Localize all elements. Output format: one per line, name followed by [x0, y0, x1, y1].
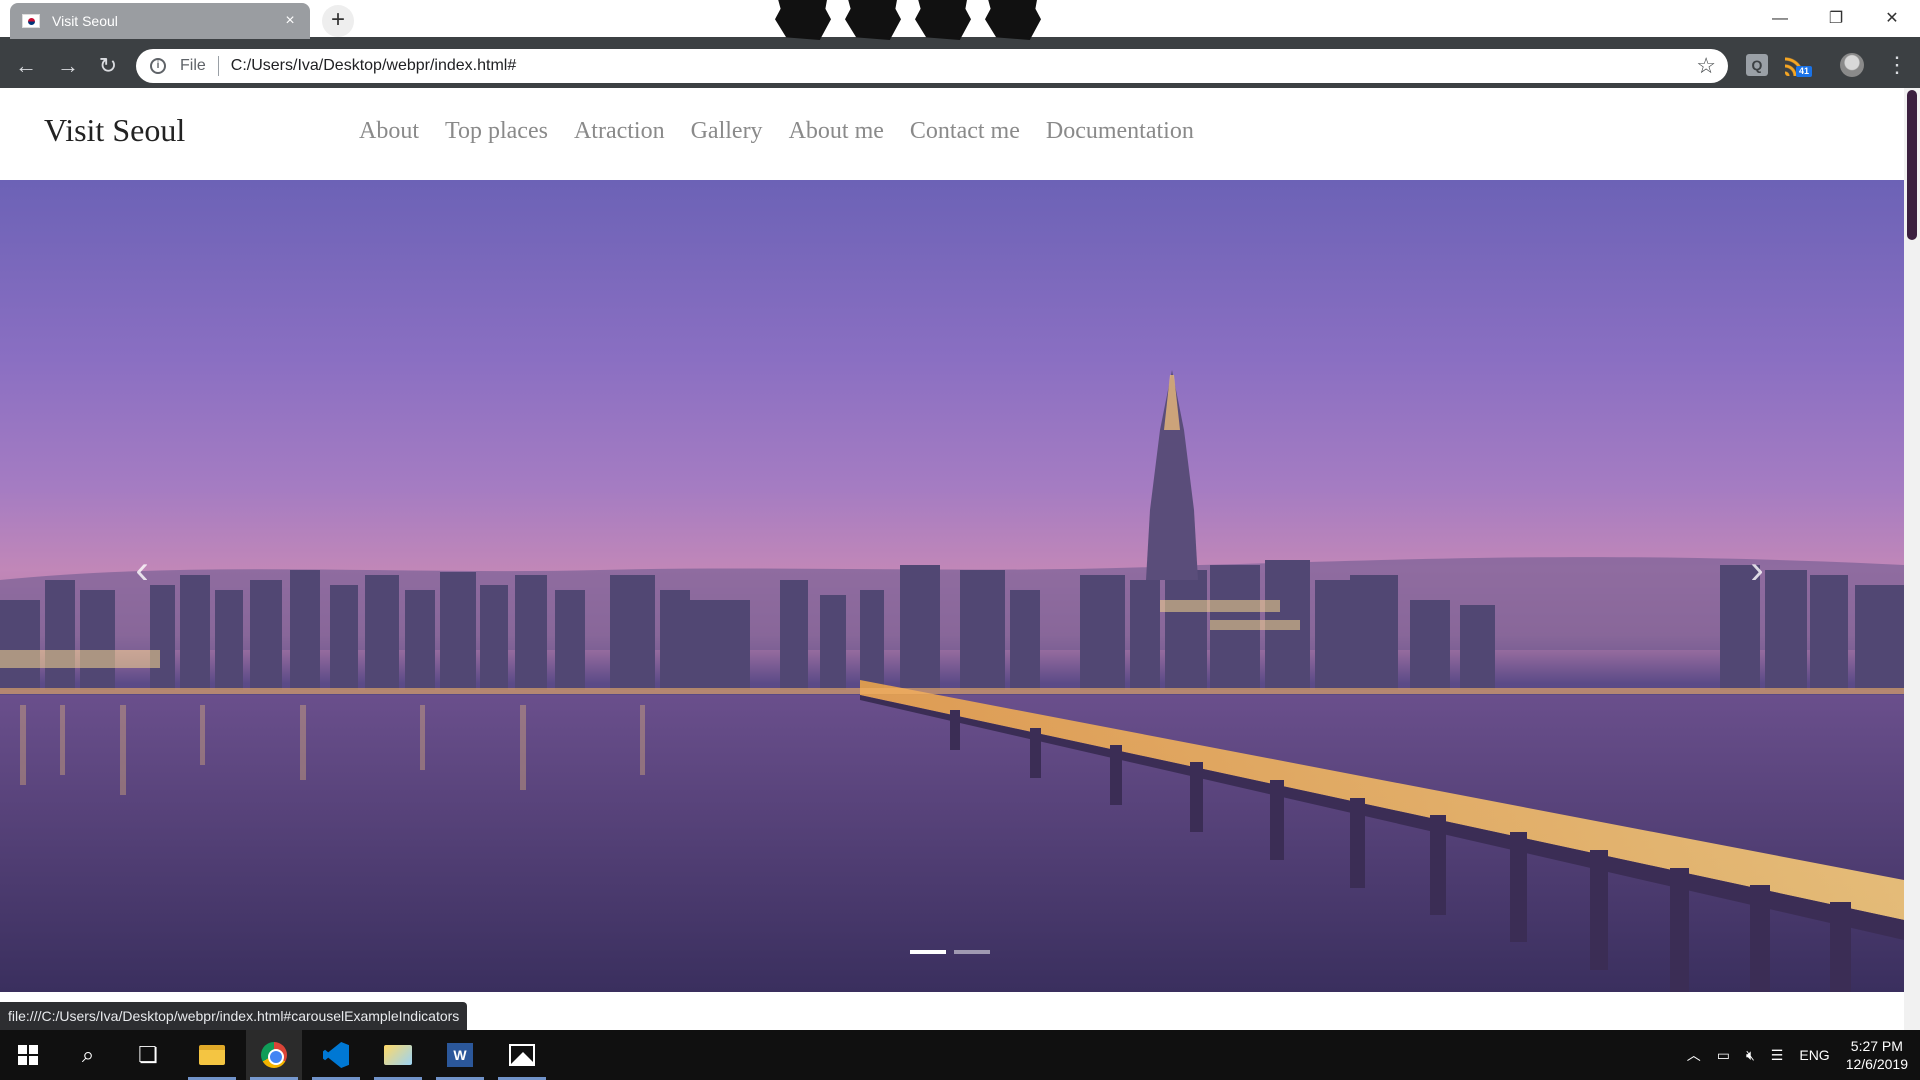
nav-link-about[interactable]: About	[359, 118, 419, 145]
back-icon[interactable]: ←	[10, 50, 42, 82]
nav-link-atraction[interactable]: Atraction	[574, 118, 665, 145]
carousel-indicator-1[interactable]	[910, 950, 946, 954]
search-icon[interactable]: ⌕	[60, 1030, 116, 1080]
extension-q-icon[interactable]: Q	[1746, 54, 1768, 76]
status-url-bubble: file:///C:/Users/Iva/Desktop/webpr/index…	[0, 1002, 468, 1030]
extension-badge: 41	[1796, 66, 1813, 77]
url-scheme: File	[180, 57, 206, 74]
battery-icon[interactable]: ▭	[1717, 1047, 1730, 1064]
volume-muted-icon[interactable]: 🔇︎	[1746, 1047, 1755, 1064]
nav-link-about-me[interactable]: About me	[789, 118, 884, 145]
windows-taskbar: ⌕ ❏ W ︿ ▭ 🔇︎ ☰ ENG 5:27 PM 12/6/2019	[0, 1030, 1920, 1080]
new-tab-button[interactable]: +	[322, 5, 354, 37]
nav-links: About Top places Atraction Gallery About…	[359, 118, 1194, 145]
file-explorer-icon[interactable]	[184, 1030, 240, 1080]
carousel-next-button[interactable]: ›	[1737, 550, 1777, 590]
windows-logo-icon	[18, 1045, 38, 1065]
close-window-button[interactable]: ✕	[1864, 0, 1920, 38]
seoul-skyline-image	[0, 370, 1904, 992]
carousel-indicators	[910, 950, 990, 954]
bookmark-star-icon[interactable]: ☆	[1696, 53, 1716, 79]
nav-link-documentation[interactable]: Documentation	[1046, 118, 1194, 145]
site-info-icon[interactable]: i	[150, 58, 166, 74]
reload-icon[interactable]: ↻	[92, 50, 124, 82]
browser-tab[interactable]: Visit Seoul ×	[10, 3, 310, 39]
tab-title: Visit Seoul	[52, 13, 118, 29]
theme-calligraphy-image	[775, 0, 1055, 42]
clock-date: 12/6/2019	[1845, 1056, 1908, 1072]
carousel-indicator-2[interactable]	[954, 950, 990, 954]
hero-carousel: ‹ ›	[0, 180, 1904, 992]
carousel-prev-button[interactable]: ‹	[122, 550, 162, 590]
action-center-icon[interactable]: ☰	[1771, 1047, 1784, 1064]
chrome-icon[interactable]	[246, 1030, 302, 1080]
minimize-button[interactable]: —	[1752, 0, 1808, 38]
vscode-icon[interactable]	[308, 1030, 364, 1080]
clock-time: 5:27 PM	[1850, 1038, 1903, 1054]
nav-link-top-places[interactable]: Top places	[445, 118, 548, 145]
address-bar[interactable]: i File C:/Users/Iva/Desktop/webpr/index.…	[136, 49, 1728, 83]
url-text[interactable]: C:/Users/Iva/Desktop/webpr/index.html#	[231, 57, 516, 75]
scrollbar-thumb[interactable]	[1907, 90, 1917, 240]
language-indicator[interactable]: ENG	[1799, 1047, 1829, 1063]
system-tray: ︿ ▭ 🔇︎ ☰ ENG 5:27 PM 12/6/2019	[1687, 1030, 1920, 1080]
tray-chevron-icon[interactable]: ︿	[1687, 1045, 1701, 1065]
nav-link-contact-me[interactable]: Contact me	[910, 118, 1020, 145]
clock[interactable]: 5:27 PM 12/6/2019	[1846, 1037, 1908, 1073]
folder-app-icon[interactable]	[370, 1030, 426, 1080]
browser-toolbar: ← → ↻ i File C:/Users/Iva/Desktop/webpr/…	[0, 42, 1920, 88]
korea-flag-icon	[22, 14, 40, 28]
task-view-icon[interactable]: ❏	[120, 1030, 176, 1080]
page-scrollbar[interactable]	[1904, 88, 1920, 1030]
page-viewport: Visit Seoul About Top places Atraction G…	[0, 88, 1904, 1030]
site-brand[interactable]: Visit Seoul	[44, 112, 185, 149]
forward-icon[interactable]: →	[52, 50, 84, 82]
browser-menu-icon[interactable]: ⋮	[1886, 50, 1908, 80]
site-navbar: Visit Seoul About Top places Atraction G…	[0, 88, 1904, 180]
profile-avatar[interactable]	[1840, 53, 1864, 77]
start-button[interactable]	[0, 1030, 56, 1080]
word-icon[interactable]: W	[432, 1030, 488, 1080]
tab-close-icon[interactable]: ×	[282, 12, 298, 30]
nav-link-gallery[interactable]: Gallery	[691, 118, 763, 145]
restore-button[interactable]: ❐	[1808, 0, 1864, 38]
url-separator	[217, 56, 219, 76]
browser-titlebar: Visit Seoul × + — ❐ ✕	[0, 0, 1920, 42]
photos-icon[interactable]	[494, 1030, 550, 1080]
rss-extension-icon[interactable]: 41	[1785, 54, 1813, 77]
